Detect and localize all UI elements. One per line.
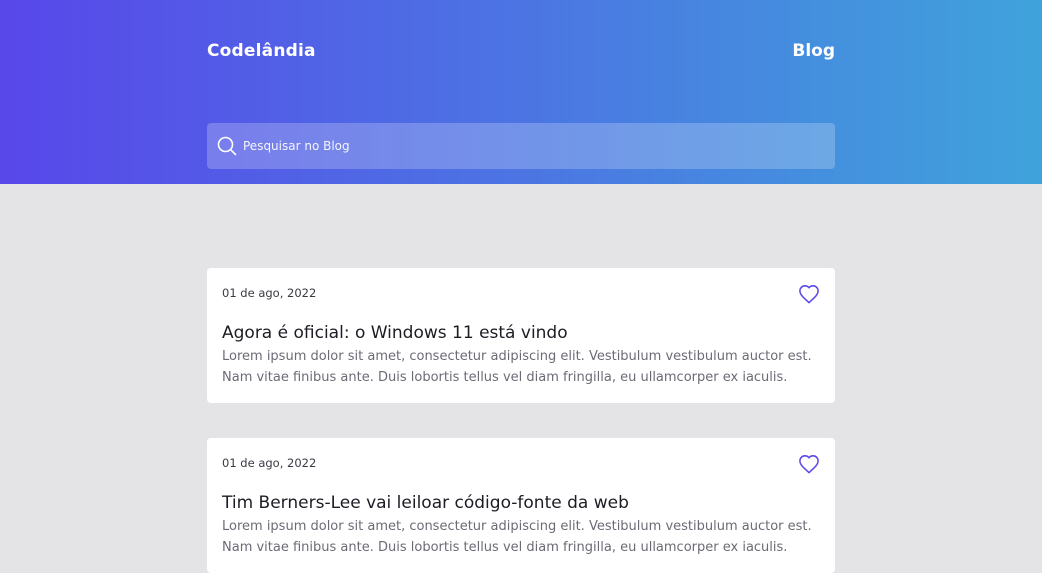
post-card[interactable]: 01 de ago, 2022 Agora é oficial: o Windo… [207, 268, 835, 403]
post-title[interactable]: Tim Berners-Lee vai leiloar código-fonte… [222, 491, 820, 515]
heart-icon[interactable] [798, 454, 820, 474]
post-excerpt: Lorem ipsum dolor sit amet, consectetur … [222, 349, 812, 385]
post-card[interactable]: 01 de ago, 2022 Tim Berners-Lee vai leil… [207, 438, 835, 573]
post-excerpt: Lorem ipsum dolor sit amet, consectetur … [222, 519, 812, 555]
site-header: Codelândia Blog [0, 0, 1042, 184]
post-date: 01 de ago, 2022 [222, 286, 317, 300]
post-title[interactable]: Agora é oficial: o Windows 11 está vindo [222, 321, 820, 345]
search-input[interactable] [243, 131, 803, 161]
heart-icon[interactable] [798, 284, 820, 304]
brand-logo[interactable]: Codelândia [207, 41, 316, 61]
search-icon [217, 136, 237, 156]
nav-link-blog[interactable]: Blog [792, 41, 835, 61]
post-date: 01 de ago, 2022 [222, 456, 317, 470]
search-bar[interactable] [207, 123, 835, 169]
